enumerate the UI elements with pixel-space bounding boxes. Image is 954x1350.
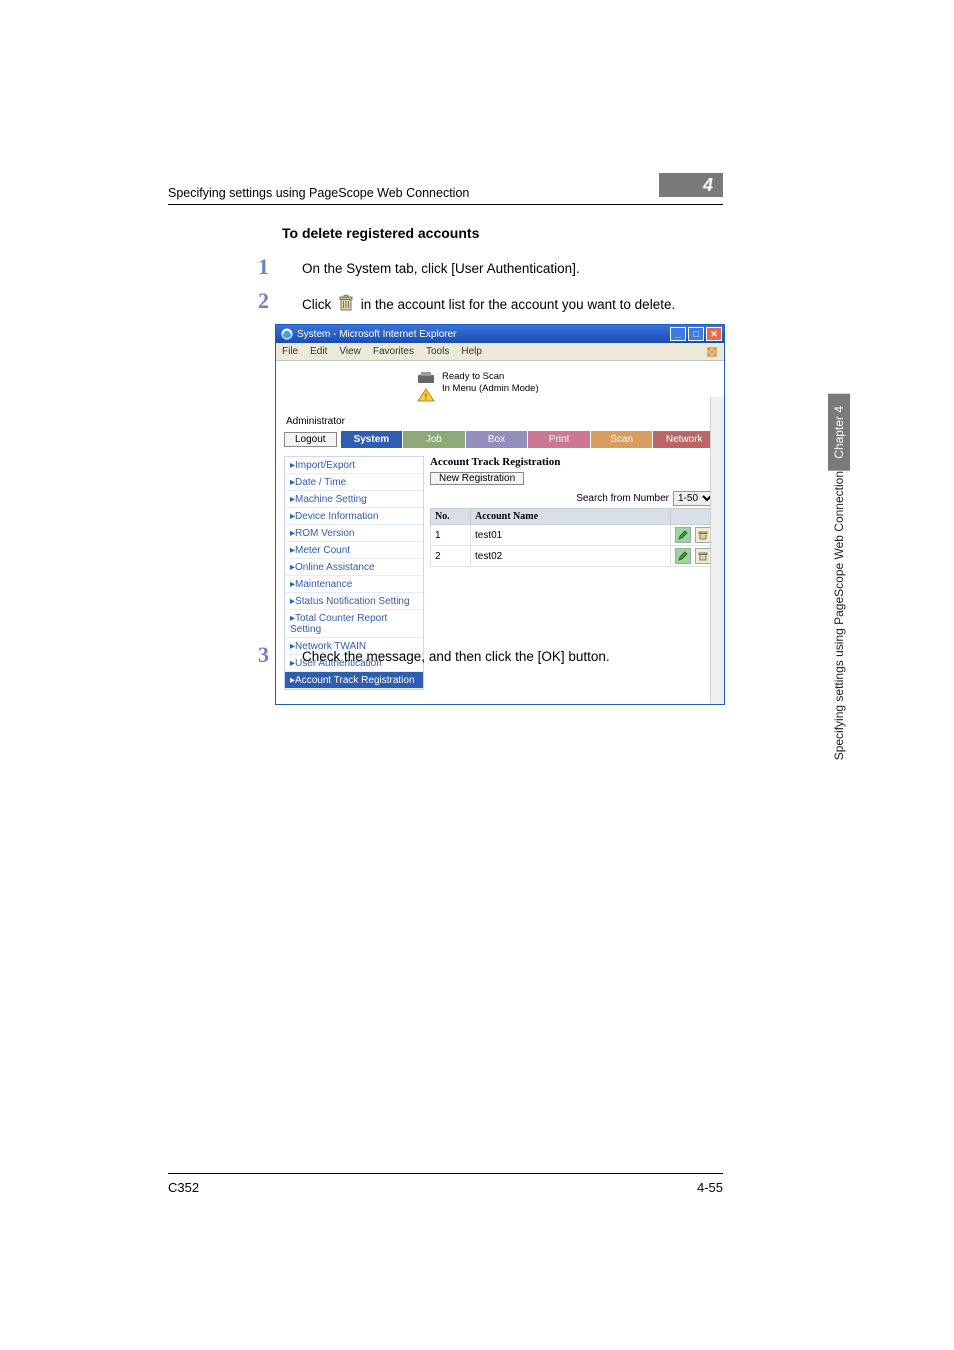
step-2-text: Click in the account list for the accoun… bbox=[262, 294, 717, 317]
maximize-button[interactable]: □ bbox=[688, 327, 704, 341]
status-line-1: Ready to Scan bbox=[442, 371, 539, 383]
search-line: Search from Number 1-50 bbox=[430, 491, 716, 506]
role-label: Administrator bbox=[286, 416, 716, 427]
tab-scan[interactable]: Scan bbox=[591, 431, 654, 448]
col-actions bbox=[671, 509, 716, 525]
sidebar-item-account-track[interactable]: ▸Account Track Registration bbox=[285, 672, 423, 689]
menu-tools[interactable]: Tools bbox=[426, 346, 449, 357]
cell-no-2: 2 bbox=[431, 546, 471, 567]
step-2-pre: Click bbox=[302, 297, 335, 312]
tab-network[interactable]: Network bbox=[653, 431, 716, 448]
sidebar-item-device-info[interactable]: ▸Device Information bbox=[285, 508, 423, 525]
sidebar-item-status-notification[interactable]: ▸Status Notification Setting bbox=[285, 593, 423, 610]
window-controls: _ □ ✕ bbox=[670, 327, 722, 341]
warning-icon: ! bbox=[416, 388, 436, 402]
step-number-2: 2 bbox=[258, 288, 269, 314]
printer-icon bbox=[416, 371, 436, 385]
cell-no-1: 1 bbox=[431, 525, 471, 546]
table-row: 1 test01 bbox=[431, 525, 716, 546]
delete-icon[interactable] bbox=[695, 527, 711, 543]
tab-box[interactable]: Box bbox=[466, 431, 529, 448]
sidebar-item-online-assistance[interactable]: ▸Online Assistance bbox=[285, 559, 423, 576]
window-title: System - Microsoft Internet Explorer bbox=[297, 329, 457, 340]
col-no: No. bbox=[431, 509, 471, 525]
cell-name-1: test01 bbox=[471, 525, 671, 546]
section-heading: To delete registered accounts bbox=[282, 225, 479, 241]
new-registration-button[interactable]: New Registration bbox=[430, 472, 524, 485]
table-row: 2 test02 bbox=[431, 546, 716, 567]
menu-edit[interactable]: Edit bbox=[310, 346, 327, 357]
menu-favorites[interactable]: Favorites bbox=[373, 346, 414, 357]
minimize-button[interactable]: _ bbox=[670, 327, 686, 341]
account-table: No. Account Name 1 test01 bbox=[430, 508, 716, 567]
svg-text:!: ! bbox=[425, 393, 428, 402]
delete-icon[interactable] bbox=[695, 548, 711, 564]
pane-title: Account Track Registration bbox=[430, 456, 716, 468]
sidebar-item-import-export[interactable]: ▸Import/Export bbox=[285, 457, 423, 474]
cell-name-2: test02 bbox=[471, 546, 671, 567]
step-2: 2 Click in the account list for the acco… bbox=[262, 294, 717, 317]
step-3: 3 Check the message, and then click the … bbox=[262, 648, 717, 666]
sidebar-item-machine-setting[interactable]: ▸Machine Setting bbox=[285, 491, 423, 508]
edit-icon[interactable] bbox=[675, 548, 691, 564]
menu-view[interactable]: View bbox=[339, 346, 361, 357]
side-chapter-label: Chapter 4 bbox=[828, 394, 850, 471]
tab-job[interactable]: Job bbox=[403, 431, 466, 448]
close-button[interactable]: ✕ bbox=[706, 327, 722, 341]
sidebar-item-rom-version[interactable]: ▸ROM Version bbox=[285, 525, 423, 542]
ie-icon bbox=[281, 328, 293, 340]
chapter-number: 4 bbox=[703, 175, 713, 196]
search-label: Search from Number bbox=[576, 493, 669, 504]
step-1-text: On the System tab, click [User Authentic… bbox=[262, 260, 717, 278]
footer-model: C352 bbox=[168, 1180, 199, 1195]
step-number-3: 3 bbox=[258, 642, 269, 668]
tab-system[interactable]: System bbox=[341, 431, 404, 448]
side-column: Chapter 4 Specifying settings using Page… bbox=[828, 394, 850, 774]
sidebar-item-meter-count[interactable]: ▸Meter Count bbox=[285, 542, 423, 559]
chapter-tab: 4 bbox=[659, 173, 723, 197]
status-area: ! Ready to Scan In Menu (Admin Mode) bbox=[416, 371, 716, 402]
status-line-2: In Menu (Admin Mode) bbox=[442, 383, 539, 395]
running-header: Specifying settings using PageScope Web … bbox=[168, 186, 723, 205]
side-caption-label: Specifying settings using PageScope Web … bbox=[828, 471, 850, 774]
footer-page: 4-55 bbox=[697, 1180, 723, 1195]
step-1: 1 On the System tab, click [User Authent… bbox=[262, 260, 717, 278]
ie-logo-icon bbox=[704, 344, 720, 360]
step-number-1: 1 bbox=[258, 254, 269, 280]
menu-file[interactable]: File bbox=[282, 346, 298, 357]
logout-button[interactable]: Logout bbox=[284, 432, 337, 447]
tab-row: Logout System Job Box Print Scan Network bbox=[284, 431, 716, 448]
sidebar-item-total-counter-report[interactable]: ▸Total Counter Report Setting bbox=[285, 610, 423, 638]
step-3-text: Check the message, and then click the [O… bbox=[262, 648, 717, 666]
trash-icon bbox=[338, 294, 354, 317]
running-head-text: Specifying settings using PageScope Web … bbox=[168, 186, 469, 200]
edit-icon[interactable] bbox=[675, 527, 691, 543]
menu-help[interactable]: Help bbox=[461, 346, 482, 357]
title-bar: System - Microsoft Internet Explorer _ □… bbox=[276, 325, 724, 343]
col-account-name: Account Name bbox=[471, 509, 671, 525]
tab-print[interactable]: Print bbox=[528, 431, 591, 448]
sidebar-item-date-time[interactable]: ▸Date / Time bbox=[285, 474, 423, 491]
step-2-post: in the account list for the account you … bbox=[361, 297, 675, 312]
page-footer: C352 4-55 bbox=[168, 1173, 723, 1195]
menu-bar: File Edit View Favorites Tools Help bbox=[276, 343, 724, 361]
sidebar-item-maintenance[interactable]: ▸Maintenance bbox=[285, 576, 423, 593]
